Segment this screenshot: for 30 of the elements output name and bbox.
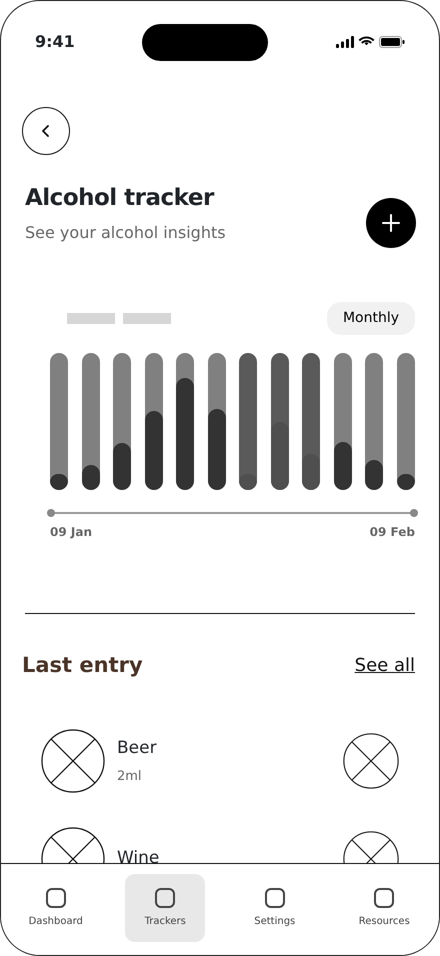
- text-placeholder: [123, 313, 171, 324]
- signal-icon: [336, 36, 354, 48]
- image-placeholder: [41, 729, 105, 793]
- status-time: 9:41: [35, 31, 75, 53]
- section-title: Last entry: [22, 652, 143, 678]
- wifi-icon: [358, 36, 375, 48]
- tab-icon: [155, 888, 176, 908]
- tab-icon: [374, 888, 394, 908]
- axis-start-label: 09 Jan: [50, 524, 92, 541]
- nav-tab[interactable]: Trackers: [125, 874, 206, 942]
- page-subtitle: See your alcohol insights: [25, 222, 226, 244]
- nav-tab[interactable]: Resources: [344, 874, 424, 942]
- entry-amount: 2ml: [117, 768, 143, 786]
- back-button[interactable]: [22, 107, 70, 155]
- nav-tab[interactable]: Settings: [234, 874, 315, 942]
- text-placeholder: [67, 313, 115, 324]
- nav-tab[interactable]: Dashboard: [16, 874, 96, 942]
- tab-icon: [46, 888, 66, 908]
- add-button[interactable]: [366, 198, 416, 248]
- plus-icon: [382, 214, 400, 232]
- axis-end-label: 09 Feb: [370, 524, 415, 541]
- timeline-dot: [47, 509, 55, 517]
- period-selector[interactable]: Monthly: [326, 302, 415, 335]
- page-title: Alcohol tracker: [25, 185, 216, 213]
- image-placeholder: [343, 733, 399, 789]
- tab-icon: [264, 888, 285, 908]
- entry-name: Beer: [117, 736, 157, 760]
- battery-icon: [378, 36, 405, 48]
- timeline-dot: [410, 509, 418, 517]
- see-all-link[interactable]: See all: [354, 652, 415, 679]
